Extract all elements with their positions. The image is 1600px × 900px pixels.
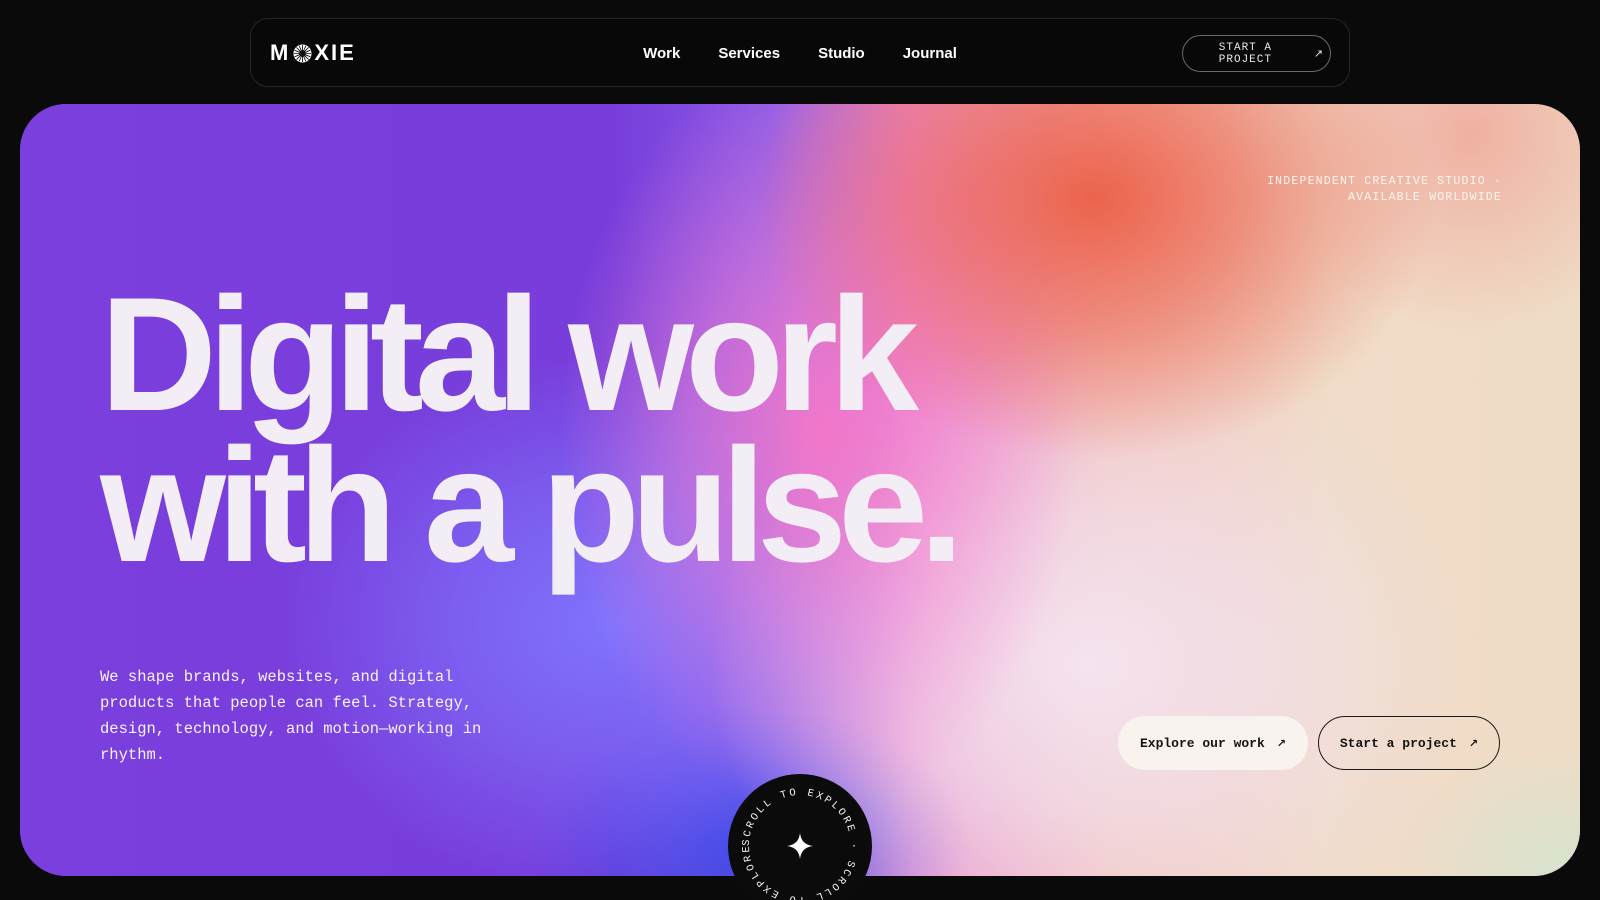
logo-mark-icon: [293, 43, 312, 63]
logo-letters-xie: XIE: [314, 40, 356, 65]
headline-line-2: with a pulse.: [100, 415, 964, 596]
nav-link-work[interactable]: Work: [643, 45, 680, 62]
nav-link-journal[interactable]: Journal: [903, 45, 957, 62]
headline-line-1: Digital work: [100, 264, 919, 445]
hero-headline: Digital work with a pulse.: [100, 264, 964, 596]
logo-letter-m: M: [270, 40, 291, 65]
hero-actions: Explore our work ↗ Start a project ↗: [1118, 716, 1500, 770]
explore-work-button[interactable]: Explore our work ↗: [1118, 716, 1308, 770]
brand-logo[interactable]: M XIE: [270, 39, 356, 67]
tagline-line-1: INDEPENDENT CREATIVE STUDIO ·: [1267, 175, 1502, 188]
explore-work-label: Explore our work: [1139, 735, 1265, 751]
hero-intro-text: We shape brands, websites, and digital p…: [100, 668, 482, 764]
scroll-to-explore-badge[interactable]: SCROLL TO EXPLORE · SCROLL TO EXPLORE ·: [728, 774, 872, 900]
hero-section: INDEPENDENT CREATIVE STUDIO · AVAILABLE …: [20, 104, 1580, 876]
tagline-line-2: AVAILABLE WORLDWIDE: [1348, 191, 1502, 204]
studio-tagline: INDEPENDENT CREATIVE STUDIO · AVAILABLE …: [1267, 174, 1502, 206]
start-project-nav-label: START A PROJECT: [1218, 41, 1272, 66]
start-project-hero-button[interactable]: Start a project ↗: [1318, 716, 1500, 770]
top-nav-bar: M XIE Work Services Studio Journal START…: [250, 18, 1350, 87]
start-project-nav-button[interactable]: START A PROJECT ↗: [1182, 35, 1331, 72]
nav-link-studio[interactable]: Studio: [818, 45, 865, 62]
sparkle-icon: [787, 833, 813, 859]
arrow-up-right-icon: ↗: [1313, 47, 1324, 60]
nav-link-services[interactable]: Services: [718, 45, 780, 62]
arrow-up-right-icon: ↗: [1276, 736, 1287, 750]
start-project-hero-label: Start a project: [1339, 735, 1457, 751]
arrow-up-right-icon: ↗: [1468, 736, 1479, 750]
